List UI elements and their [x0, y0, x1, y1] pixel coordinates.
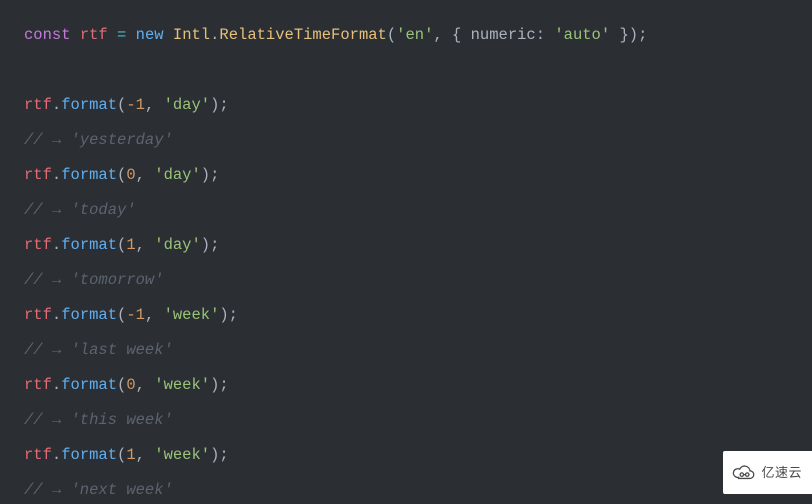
punct-close: ); [629, 26, 648, 44]
class-relativetimeformat: RelativeTimeFormat [219, 26, 386, 44]
punct-comma: , [433, 26, 452, 44]
punct-open: ( [117, 376, 126, 394]
identifier-rtf: rtf [24, 306, 52, 324]
comment-text: // → 'yesterday' [24, 131, 173, 149]
punct-open: ( [117, 96, 126, 114]
comment-line: // → 'tomorrow' [24, 263, 788, 298]
punct-close: ); [210, 376, 229, 394]
code-line-call: rtf.format(1, 'week'); [24, 438, 788, 473]
punct-brace-open: { [452, 26, 471, 44]
comment-line: // → 'yesterday' [24, 123, 788, 158]
code-line-call: rtf.format(-1, 'day'); [24, 88, 788, 123]
method-format: format [61, 236, 117, 254]
punct-open: ( [117, 306, 126, 324]
string-locale: 'en' [396, 26, 433, 44]
identifier-rtf: rtf [24, 236, 52, 254]
comment-line: // → 'next week' [24, 473, 788, 504]
punct-dot: . [52, 96, 61, 114]
number-arg: 1 [126, 446, 135, 464]
string-unit: 'day' [154, 166, 201, 184]
option-key-numeric: numeric [471, 26, 536, 44]
punct-comma: , [136, 376, 155, 394]
keyword-const: const [24, 26, 71, 44]
string-unit: 'day' [154, 236, 201, 254]
number-arg: -1 [126, 96, 145, 114]
operator-assign: = [117, 26, 126, 44]
punct-comma: , [136, 166, 155, 184]
number-arg: -1 [126, 306, 145, 324]
number-arg: 0 [126, 166, 135, 184]
code-line-declaration: const rtf = new Intl.RelativeTimeFormat(… [24, 18, 788, 53]
punct-colon: : [536, 26, 555, 44]
method-format: format [61, 376, 117, 394]
string-unit: 'week' [154, 376, 210, 394]
code-line-call: rtf.format(-1, 'week'); [24, 298, 788, 333]
comment-line: // → 'today' [24, 193, 788, 228]
punct-close: ); [201, 166, 220, 184]
string-unit: 'week' [164, 306, 220, 324]
identifier-rtf: rtf [24, 96, 52, 114]
punct-close: ); [219, 306, 238, 324]
punct-close: ); [201, 236, 220, 254]
number-arg: 0 [126, 376, 135, 394]
code-block: const rtf = new Intl.RelativeTimeFormat(… [24, 18, 788, 504]
comment-text: // → 'next week' [24, 481, 173, 499]
identifier-rtf: rtf [80, 26, 108, 44]
number-arg: 1 [126, 236, 135, 254]
comment-line: // → 'this week' [24, 403, 788, 438]
comment-text: // → 'today' [24, 201, 136, 219]
identifier-rtf: rtf [24, 166, 52, 184]
punct-close: ); [210, 96, 229, 114]
punct-open: ( [387, 26, 396, 44]
punct-comma: , [145, 306, 164, 324]
punct-open: ( [117, 236, 126, 254]
code-line-call: rtf.format(0, 'week'); [24, 368, 788, 403]
punct-open: ( [117, 166, 126, 184]
code-line-call: rtf.format(0, 'day'); [24, 158, 788, 193]
namespace-intl: Intl [173, 26, 210, 44]
string-unit: 'day' [164, 96, 211, 114]
punct-dot: . [52, 446, 61, 464]
watermark-badge: 亿速云 [723, 451, 812, 494]
code-line-call: rtf.format(1, 'day'); [24, 228, 788, 263]
punct-dot: . [52, 166, 61, 184]
punct-comma: , [136, 236, 155, 254]
method-format: format [61, 306, 117, 324]
comment-text: // → 'this week' [24, 411, 173, 429]
punct-comma: , [145, 96, 164, 114]
watermark-text: 亿速云 [761, 455, 802, 490]
comment-text: // → 'tomorrow' [24, 271, 164, 289]
string-auto: 'auto' [554, 26, 610, 44]
punct-dot: . [52, 236, 61, 254]
punct-comma: , [136, 446, 155, 464]
identifier-rtf: rtf [24, 446, 52, 464]
string-unit: 'week' [154, 446, 210, 464]
comment-line: // → 'last week' [24, 333, 788, 368]
identifier-rtf: rtf [24, 376, 52, 394]
punct-open: ( [117, 446, 126, 464]
keyword-new: new [136, 26, 164, 44]
punct-close: ); [210, 446, 229, 464]
method-format: format [61, 446, 117, 464]
method-format: format [61, 96, 117, 114]
cloud-icon [731, 464, 757, 482]
punct-dot: . [52, 376, 61, 394]
method-format: format [61, 166, 117, 184]
blank-line [24, 53, 788, 88]
comment-text: // → 'last week' [24, 341, 173, 359]
punct-brace-close: } [610, 26, 629, 44]
punct-dot: . [52, 306, 61, 324]
